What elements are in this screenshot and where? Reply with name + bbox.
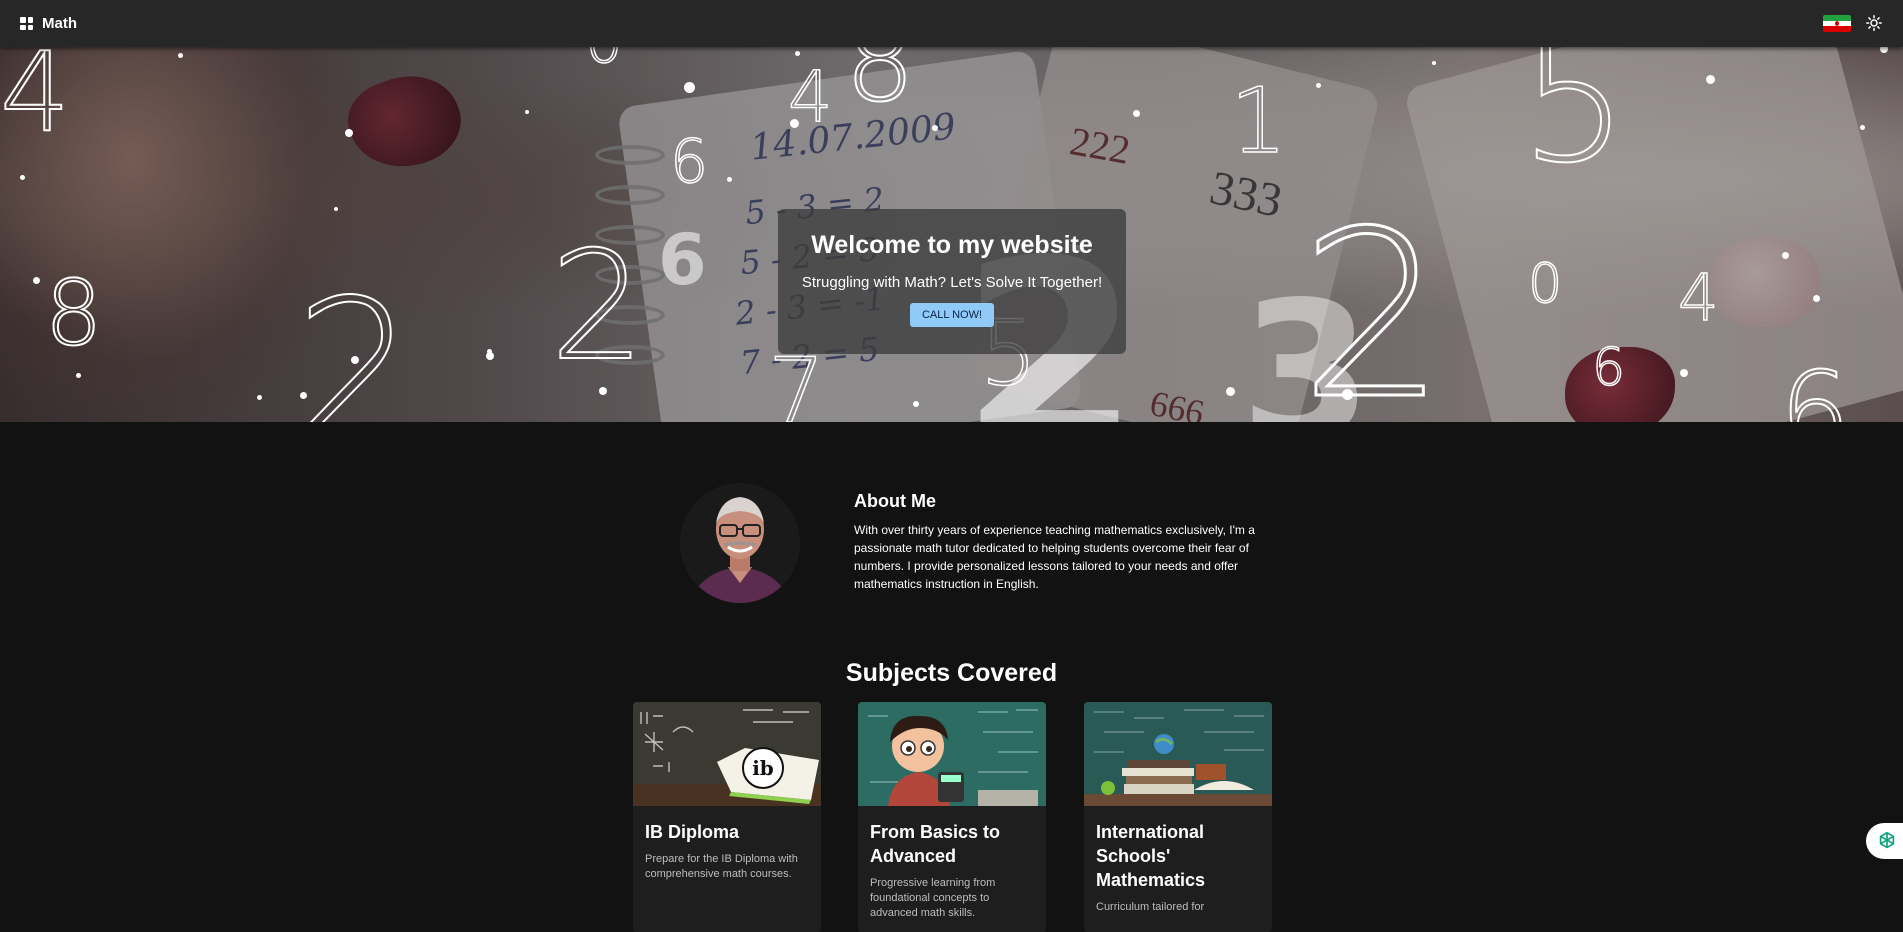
particle-dot xyxy=(913,401,919,407)
particle-dot xyxy=(932,125,938,131)
particle-dot xyxy=(76,373,81,378)
particle-dot xyxy=(1860,125,1865,130)
svg-text:ib: ib xyxy=(752,756,774,780)
basics-to-advanced-image xyxy=(858,702,1046,806)
openai-chat-icon xyxy=(1879,831,1895,849)
animated-digit: 6 xyxy=(1591,338,1626,398)
particle-dot xyxy=(1432,61,1436,65)
particle-dot xyxy=(334,207,338,211)
top-app-bar: Math xyxy=(0,0,1903,47)
animated-digit: 1 xyxy=(1229,69,1288,174)
subject-card-ib-diploma[interactable]: ib IB Diploma Prepare for the IB Diploma… xyxy=(633,702,821,932)
animated-digit: 8 xyxy=(44,261,103,366)
particle-dot xyxy=(1782,252,1789,259)
animated-digit: 2 xyxy=(549,220,646,394)
particle-dot xyxy=(345,129,353,137)
particle-dot xyxy=(1813,295,1820,302)
particle-dot xyxy=(1706,75,1715,84)
animated-digit: 3 xyxy=(1240,261,1373,423)
subject-card-basics-to-advanced[interactable]: From Basics to Advanced Progressive lear… xyxy=(858,702,1046,932)
hero-title: Welcome to my website xyxy=(811,231,1093,259)
particle-dot xyxy=(257,395,262,400)
hero-subtitle: Struggling with Math? Let's Solve It Tog… xyxy=(801,274,1103,291)
particle-dot xyxy=(795,51,800,56)
subject-title: International Schools' Mathematics xyxy=(1096,822,1206,890)
particle-dot xyxy=(351,356,359,364)
sun-icon xyxy=(1866,15,1882,31)
particle-dot xyxy=(1342,389,1353,400)
particle-dot xyxy=(1680,369,1688,377)
brand-link[interactable]: Math xyxy=(20,15,77,32)
animated-digit: 6 xyxy=(669,127,709,197)
animated-digit: 0 xyxy=(1527,252,1563,315)
particle-dot xyxy=(1133,110,1140,117)
particle-dot xyxy=(487,349,492,354)
animated-digit: 4 xyxy=(0,47,71,156)
ib-diploma-image: ib xyxy=(633,702,821,806)
grid-icon xyxy=(20,17,33,30)
hero-card: Welcome to my website Struggling with Ma… xyxy=(778,209,1126,354)
international-schools-image xyxy=(1084,702,1272,806)
particle-dot xyxy=(525,110,529,114)
animated-digit: 5 xyxy=(1519,47,1629,201)
subject-title: IB Diploma xyxy=(645,822,740,842)
about-text: With over thirty years of experience tea… xyxy=(854,523,1255,591)
subject-description: Prepare for the IB Diploma with comprehe… xyxy=(645,853,798,880)
particle-dot xyxy=(1316,83,1321,88)
about-section: About Me With over thirty years of exper… xyxy=(680,483,1260,603)
animated-digit: 6 xyxy=(658,219,707,301)
subject-card-international-schools[interactable]: International Schools' Mathematics Curri… xyxy=(1084,702,1272,932)
iran-flag-icon[interactable] xyxy=(1823,15,1851,32)
animated-digit: 8 xyxy=(844,47,916,126)
about-title: About Me xyxy=(854,491,936,511)
animated-digit: 7 xyxy=(767,339,826,422)
particle-dot xyxy=(684,82,695,93)
particle-dot xyxy=(1226,387,1235,396)
subject-title: From Basics to Advanced xyxy=(870,822,1001,866)
particle-dot xyxy=(790,119,799,128)
animated-digit: 6 xyxy=(1779,348,1851,422)
chat-assistant-button[interactable] xyxy=(1866,823,1903,859)
app-title: Math xyxy=(42,15,77,32)
animated-digit: 2 xyxy=(294,259,417,423)
call-now-button[interactable]: CALL NOW! xyxy=(909,303,995,327)
particle-dot xyxy=(599,387,607,395)
subject-description: Curriculum tailored for xyxy=(1096,901,1205,913)
particle-dot xyxy=(178,53,183,58)
theme-toggle-button[interactable] xyxy=(1864,13,1884,33)
particle-dot xyxy=(33,277,40,284)
particle-dot xyxy=(20,175,25,180)
particle-dot xyxy=(727,177,732,182)
subjects-title: Subjects Covered xyxy=(845,659,1058,687)
subject-description: Progressive learning from foundational c… xyxy=(870,877,996,919)
tutor-avatar xyxy=(680,483,800,603)
hero-banner: 14.07.2009 5 - 3 = 2 5 - 2 = 3 2 - 3 = -… xyxy=(0,47,1903,422)
animated-digit: 0 xyxy=(584,47,624,73)
animated-digit: 4 xyxy=(1677,262,1719,336)
particle-dot xyxy=(300,392,307,399)
